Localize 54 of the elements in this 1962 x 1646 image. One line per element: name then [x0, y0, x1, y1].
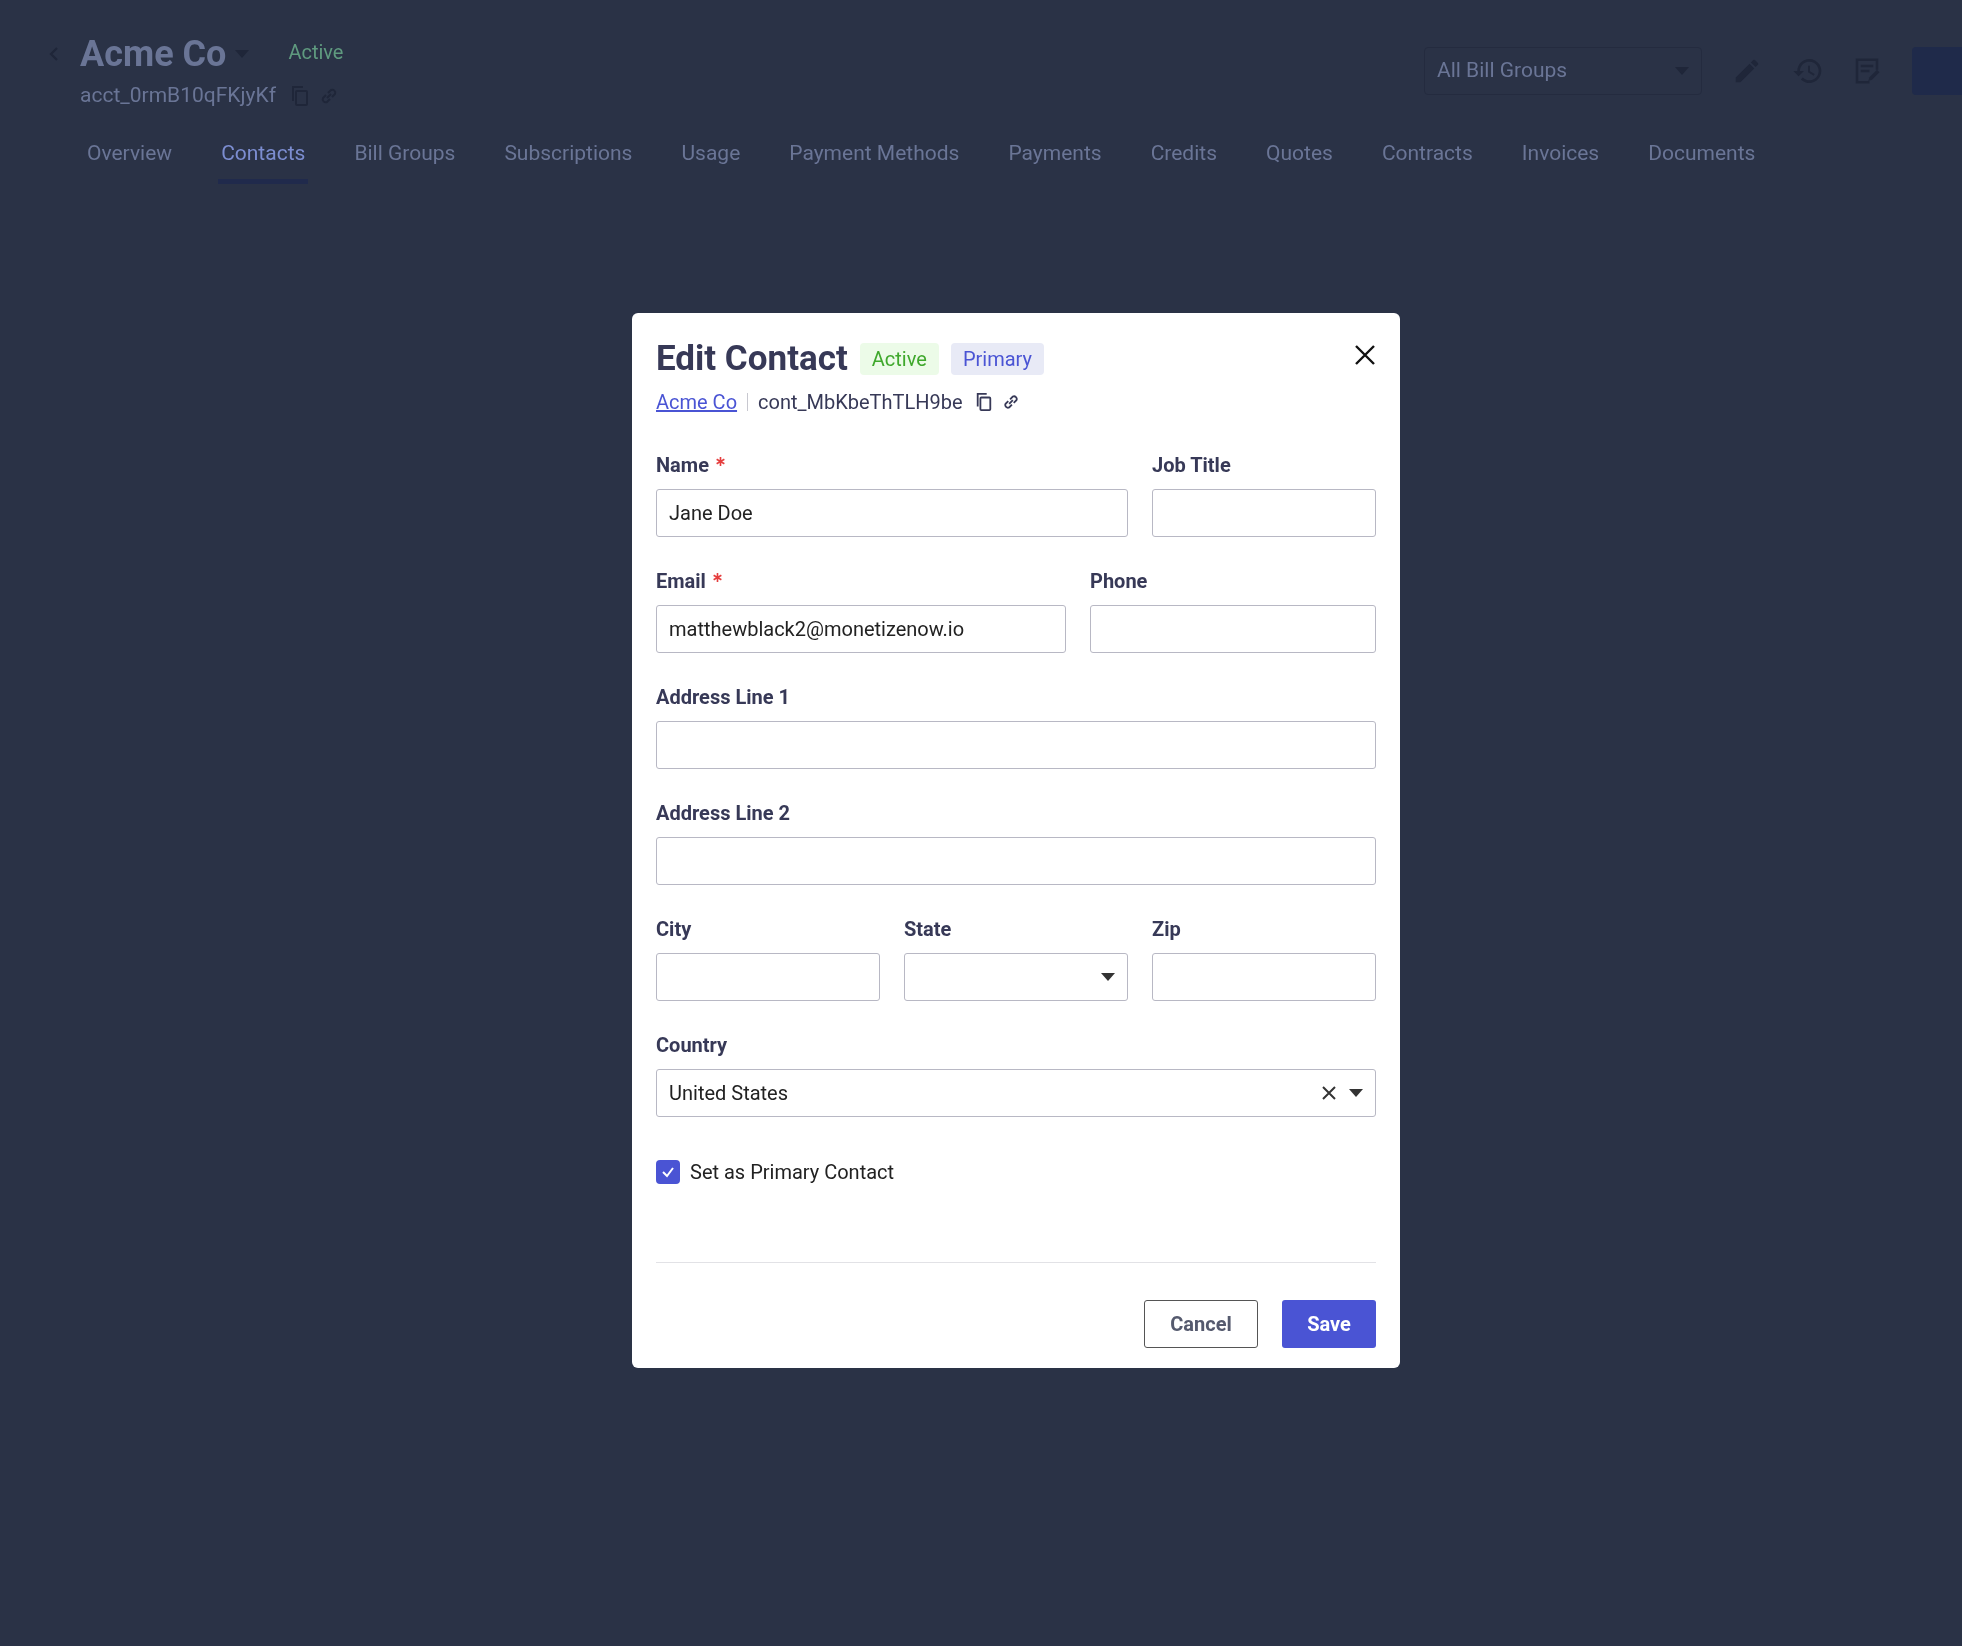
tab[interactable]: Overview — [84, 137, 176, 184]
select-field[interactable] — [904, 953, 1128, 1001]
input-field[interactable] — [656, 721, 1376, 769]
field-label: Name — [656, 453, 709, 477]
input-field[interactable] — [656, 953, 880, 1001]
input-field[interactable] — [1152, 953, 1376, 1001]
badge: Active — [859, 343, 939, 375]
caret-icon — [1101, 973, 1115, 981]
input-field[interactable]: Jane Doe — [656, 489, 1128, 537]
save-button[interactable]: Save — [1282, 1300, 1376, 1348]
field-value: matthewblack2@monetizenow.io — [669, 616, 966, 643]
field-label: Country — [656, 1033, 728, 1057]
tab[interactable]: Quotes — [1263, 137, 1336, 184]
field-label: Address Line 2 — [656, 801, 790, 825]
cancel-button[interactable]: Cancel — [1144, 1300, 1258, 1348]
copy-icon[interactable] — [974, 392, 993, 412]
tab[interactable]: Usage — [678, 137, 744, 184]
badge: Primary — [950, 343, 1044, 375]
contact-id: cont_MbKbeThTLH9be — [758, 389, 963, 416]
input-field[interactable] — [1152, 489, 1376, 537]
tab[interactable]: Subscriptions — [501, 137, 636, 184]
account-name: Acme Co — [80, 34, 227, 74]
input-field[interactable] — [1090, 605, 1376, 653]
field-label: Phone — [1090, 569, 1148, 593]
dialog-title: Edit Contact — [656, 337, 848, 381]
tab[interactable]: Contacts — [218, 137, 309, 184]
tab[interactable]: Bill Groups — [351, 137, 459, 184]
tab[interactable]: Payment Methods — [786, 137, 963, 184]
bill-group-select[interactable]: All Bill Groups — [1424, 47, 1702, 95]
account-id: acct_0rmB10qFKjyKf — [80, 82, 276, 109]
check-icon — [661, 1165, 675, 1179]
tab[interactable]: Invoices — [1518, 137, 1603, 184]
field-label: City — [656, 917, 692, 941]
input-field[interactable]: matthewblack2@monetizenow.io — [656, 605, 1066, 653]
tab[interactable]: Contracts — [1378, 137, 1476, 184]
field-label: Zip — [1152, 917, 1181, 941]
status-label: Active — [288, 39, 344, 66]
tab[interactable]: Payments — [1005, 137, 1105, 184]
clear-icon[interactable] — [1321, 1085, 1337, 1101]
tab[interactable]: Documents — [1645, 137, 1759, 184]
field-label: Job Title — [1152, 453, 1231, 477]
checkbox[interactable] — [656, 1160, 680, 1184]
field-value: Jane Doe — [669, 500, 754, 527]
input-field[interactable] — [656, 837, 1376, 885]
select-placeholder: All Bill Groups — [1437, 57, 1568, 85]
caret-icon — [1349, 1089, 1363, 1097]
account-link[interactable]: Acme Co — [656, 387, 738, 417]
checkbox-label: Set as Primary Contact — [690, 1159, 895, 1186]
field-label: Email — [656, 569, 706, 593]
tab[interactable]: Credits — [1147, 137, 1220, 184]
combobox-field[interactable]: United States — [656, 1069, 1376, 1117]
field-value: United States — [669, 1080, 790, 1107]
field-label: State — [904, 917, 952, 941]
field-label: Address Line 1 — [656, 685, 790, 709]
